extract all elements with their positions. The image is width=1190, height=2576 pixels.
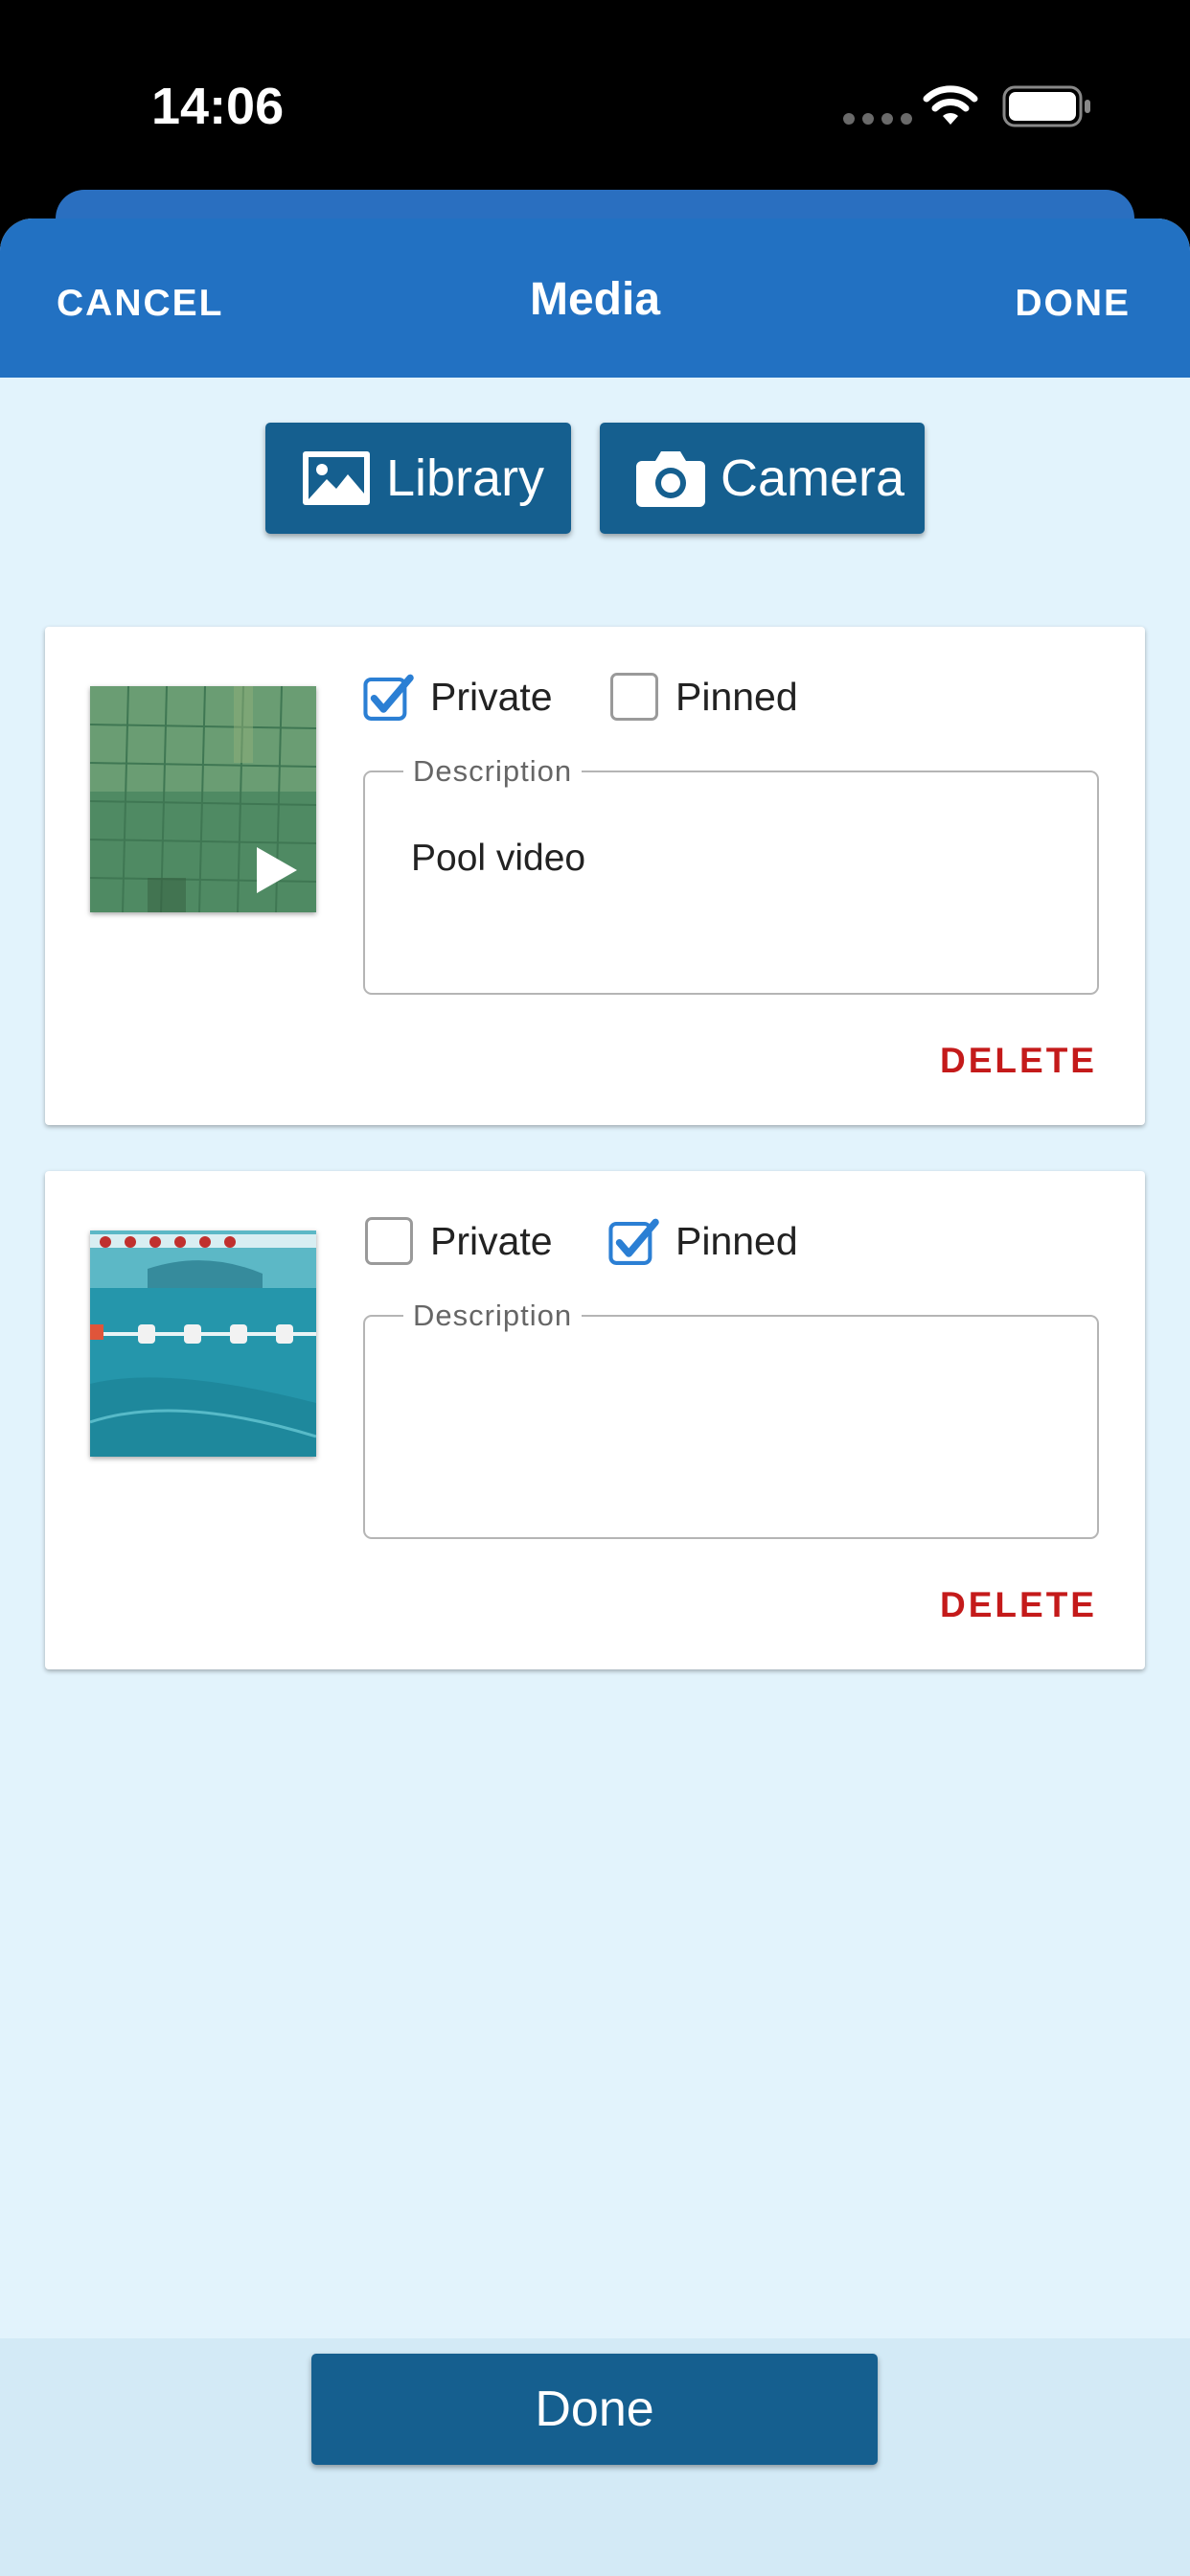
camera-label: Camera	[721, 449, 905, 507]
camera-icon	[636, 451, 705, 507]
pinned-checkbox[interactable]: Pinned	[608, 671, 798, 723]
pinned-label: Pinned	[675, 1218, 798, 1263]
pinned-checkbox[interactable]: Pinned	[608, 1215, 798, 1267]
pinned-label: Pinned	[675, 674, 798, 719]
delete-button[interactable]: DELETE	[940, 1585, 1097, 1625]
page-title: Media	[529, 274, 661, 325]
done-button[interactable]: Done	[311, 2354, 878, 2465]
media-sheet: CANCEL Media DONE Library Camera Private…	[0, 218, 1190, 2576]
checkbox-unchecked-icon	[610, 673, 658, 721]
status-time: 14:06	[151, 78, 285, 135]
private-label: Private	[430, 1218, 553, 1263]
description-label: Description	[403, 1299, 583, 1333]
private-checkbox[interactable]: Private	[363, 1215, 553, 1267]
photo-library-icon	[303, 451, 370, 505]
play-icon	[257, 847, 297, 893]
delete-button[interactable]: DELETE	[940, 1041, 1097, 1081]
description-field[interactable]: Description	[363, 1299, 1099, 1539]
description-label: Description	[403, 754, 583, 789]
done-header-button[interactable]: DONE	[1015, 283, 1131, 325]
status-bar: 14:06	[0, 0, 1190, 192]
wifi-icon	[923, 85, 978, 125]
navigation-header: CANCEL Media DONE	[0, 218, 1190, 378]
library-button[interactable]: Library	[265, 423, 571, 534]
media-card: Private Pinned Description DELETE	[45, 1171, 1145, 1669]
video-thumbnail[interactable]	[90, 686, 316, 912]
battery-icon	[1002, 85, 1090, 127]
camera-button[interactable]: Camera	[600, 423, 925, 534]
signal-icon	[843, 113, 912, 125]
checkbox-unchecked-icon	[365, 1217, 413, 1265]
media-card: Private Pinned Description Pool video DE…	[45, 627, 1145, 1125]
description-value: Pool video	[411, 838, 586, 879]
private-label: Private	[430, 674, 553, 719]
footer-bar: Done	[0, 2338, 1190, 2576]
checkbox-checked-icon	[363, 674, 414, 721]
private-checkbox[interactable]: Private	[363, 671, 553, 723]
description-field[interactable]: Description Pool video	[363, 754, 1099, 995]
checkbox-checked-icon	[608, 1218, 659, 1265]
library-label: Library	[386, 449, 545, 507]
pool-photo-image	[90, 1230, 316, 1457]
photo-thumbnail[interactable]	[90, 1230, 316, 1457]
